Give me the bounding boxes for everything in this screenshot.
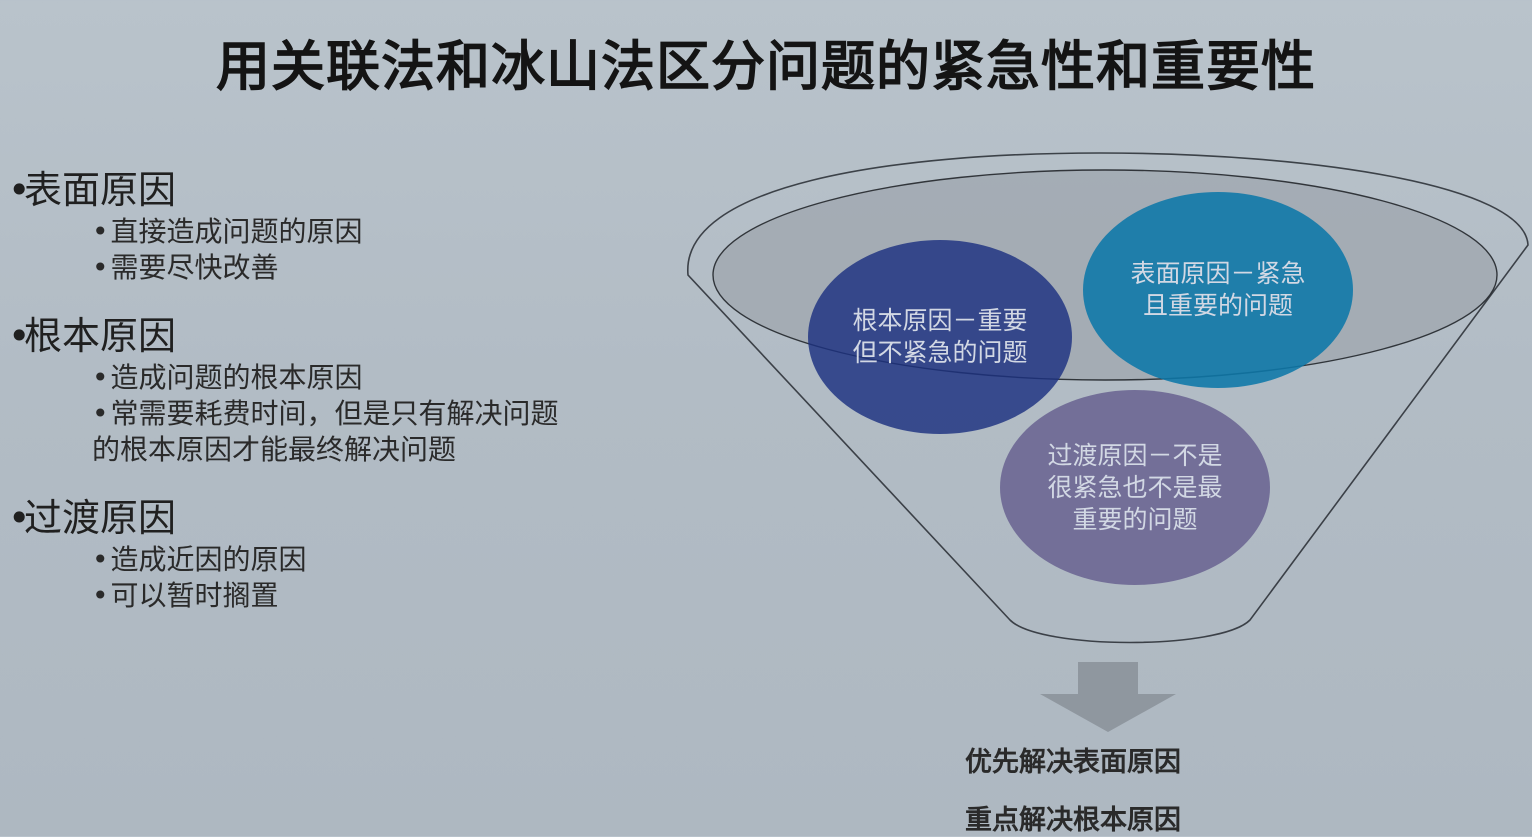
section-root-cause: • 根本原因 •造成问题的根本原因 •常需要耗费时间，但是只有解决问题 的根本原… (8, 312, 788, 468)
cause-list: • 表面原因 •直接造成问题的原因 •需要尽快改善 • 根本原因 •造成问题的根… (8, 166, 788, 640)
bullet-icon: • (8, 168, 31, 212)
surface-cause-circle: 表面原因－紧急且重要的问题 (1083, 192, 1353, 388)
bullet-icon: • (8, 496, 31, 540)
result-focus: 重点解决根本原因 (965, 805, 1181, 836)
section-transitional-cause: • 过渡原因 •造成近因的原因 •可以暂时搁置 (8, 494, 788, 614)
result-priority: 优先解决表面原因 (965, 747, 1181, 778)
root-cause-circle: 根本原因－重要但不紧急的问题 (808, 240, 1072, 434)
bullet-icon: • (92, 397, 109, 430)
bullet-icon: • (92, 543, 109, 576)
slide: 用关联法和冰山法区分问题的紧急性和重要性 • 表面原因 •直接造成问题的原因 •… (0, 0, 1532, 836)
slide-title: 用关联法和冰山法区分问题的紧急性和重要性 (216, 35, 1316, 98)
section-heading: 表面原因 (24, 168, 177, 212)
bullet-icon: • (8, 314, 31, 358)
bullet-icon: • (92, 215, 109, 248)
section-heading: 过渡原因 (24, 496, 177, 540)
bullet-icon: • (92, 361, 109, 394)
bullet-icon: • (92, 251, 109, 284)
iceberg-funnel-diagram: 表面原因－紧急且重要的问题 根本原因－重要但不紧急的问题 过渡原因－不是很紧急也… (680, 145, 1530, 665)
down-arrow-icon (1040, 662, 1176, 732)
transitional-cause-circle: 过渡原因－不是很紧急也不是最重要的问题 (1000, 390, 1270, 585)
section-heading: 根本原因 (24, 314, 177, 358)
section-surface-cause: • 表面原因 •直接造成问题的原因 •需要尽快改善 (8, 166, 788, 286)
bullet-icon: • (92, 579, 109, 612)
